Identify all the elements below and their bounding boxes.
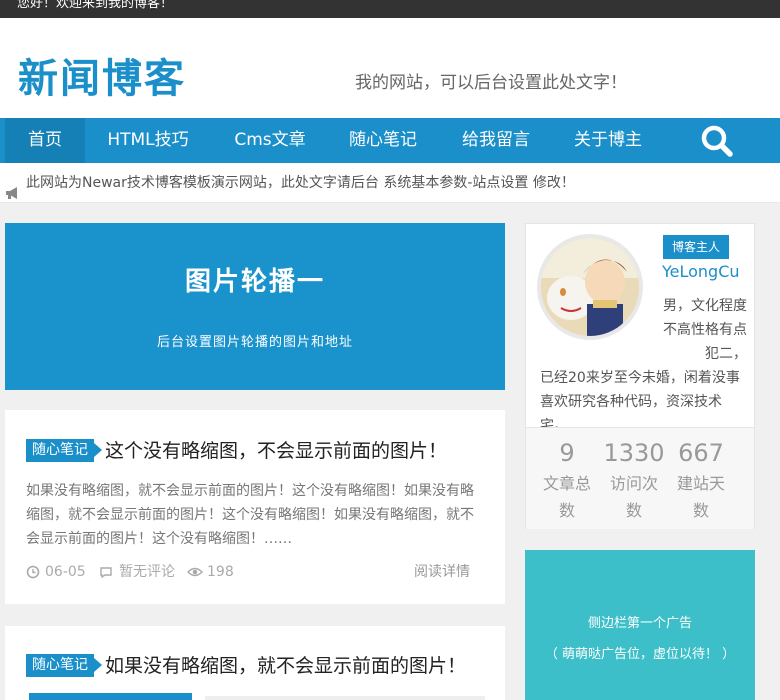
stat-label: 访问次数 (609, 474, 658, 520)
author-bio: 男，文化程度不高性格有点犯二， (663, 298, 747, 362)
stat-site-days: 667 建站天数 (665, 436, 737, 524)
read-more-link[interactable]: 阅读详情 (414, 562, 470, 582)
author-avatar[interactable] (537, 234, 643, 340)
author-stats: 9 文章总数 1330 访问次数 667 建站天数 (526, 427, 754, 529)
stat-value: 667 (678, 439, 724, 467)
main-nav: 首页 HTML技巧 Cms文章 随心笔记 给我留言 关于博主 (0, 118, 780, 163)
stat-value: 1330 (603, 439, 665, 467)
post-card: 随心笔记 这个没有略缩图，不会显示前面的图片！ 如果没有略缩图，就不会显示前面的… (5, 410, 505, 604)
author-card: 博客主人 YeLongCu 男，文化程度不高性格有点犯二， 已经20来岁至今未婚… (525, 223, 755, 529)
post-excerpt: 如果没有略缩图，就不会显示前面的图片！这个没有略缩图！如果没有略缩图，就不会显示… (26, 483, 474, 547)
site-header: 新闻博客 我的网站，可以后台设置此处文字！ (0, 18, 780, 118)
welcome-text: 您好！欢迎来到我的博客！ (17, 0, 174, 11)
megaphone-icon (5, 176, 21, 199)
nav-item-cms[interactable]: Cms文章 (222, 118, 318, 163)
ad-title: 侧边栏第一个广告 (587, 616, 692, 631)
search-icon[interactable] (700, 124, 734, 158)
stat-label: 建站天数 (676, 474, 725, 520)
post-category-badge[interactable]: 随心笔记 (26, 439, 102, 462)
nav-item-message[interactable]: 给我留言 (450, 118, 542, 163)
stat-value: 9 (559, 439, 575, 467)
image-slider[interactable]: 图片轮播一 后台设置图片轮播的图片和地址 (5, 223, 505, 390)
eye-icon (187, 565, 203, 579)
nav-item-about[interactable]: 关于博主 (562, 118, 654, 163)
stat-visit-count: 1330 访问次数 (598, 436, 670, 524)
site-tagline: 我的网站，可以后台设置此处文字！ (355, 73, 627, 93)
post-card: 随心笔记 如果没有略缩图，就不会显示前面的图片！ (5, 626, 505, 700)
nav-item-notes[interactable]: 随心笔记 (337, 118, 429, 163)
post-comments[interactable]: 暂无评论 (119, 562, 175, 582)
author-name[interactable]: YeLongCu (662, 262, 740, 281)
post-date: 06-05 (45, 564, 86, 580)
post-excerpt-preview (205, 696, 485, 700)
welcome-bar: 您好！欢迎来到我的博客！ (0, 0, 780, 18)
post-category-badge[interactable]: 随心笔记 (26, 654, 102, 677)
slider-subtitle: 后台设置图片轮播的图片和地址 (156, 335, 353, 350)
post-views: 198 (207, 564, 234, 580)
ad-subtitle: （ 萌萌哒广告位，虚位以待！ ） (544, 647, 736, 662)
nav-item-html[interactable]: HTML技巧 (98, 118, 198, 163)
site-notice: 此网站为Newar技术博客模板演示网站，此处文字请后台 系统基本参数-站点设置 … (0, 163, 780, 203)
stat-article-count: 9 文章总数 (531, 436, 603, 524)
post-title[interactable]: 如果没有略缩图，就不会显示前面的图片！ (105, 651, 466, 678)
notice-text: 此网站为Newar技术博客模板演示网站，此处文字请后台 系统基本参数-站点设置 … (26, 175, 575, 191)
site-logo[interactable]: 新闻博客 (18, 46, 186, 104)
clock-icon (26, 565, 40, 579)
stat-label: 文章总数 (542, 474, 591, 520)
owner-badge: 博客主人 (663, 235, 730, 259)
slider-title: 图片轮播一 (184, 267, 325, 297)
comment-icon (99, 565, 113, 579)
post-thumbnail[interactable] (29, 693, 192, 700)
post-title[interactable]: 这个没有略缩图，不会显示前面的图片！ (105, 436, 447, 463)
post-meta: 06-05 暂无评论 198 阅读详情 (26, 562, 486, 582)
sidebar-ad[interactable]: 侧边栏第一个广告 （ 萌萌哒广告位，虚位以待！ ） (525, 550, 755, 700)
nav-item-home[interactable]: 首页 (5, 118, 85, 163)
